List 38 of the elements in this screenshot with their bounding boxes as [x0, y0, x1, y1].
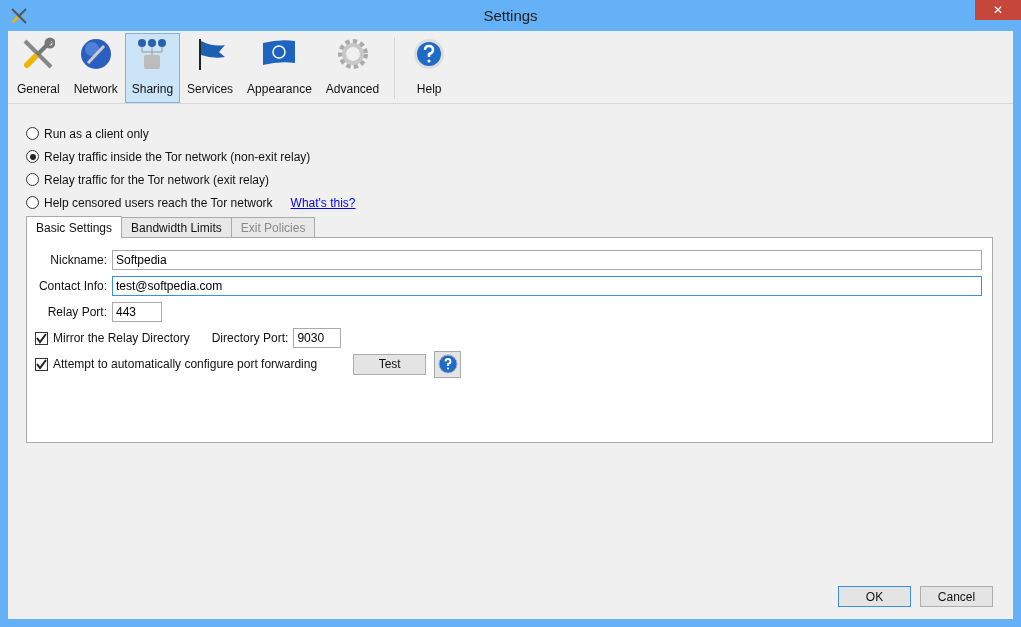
- radio-option[interactable]: Help censored users reach the Tor network: [26, 195, 273, 210]
- help-button[interactable]: [434, 350, 462, 378]
- whats-this-link[interactable]: What's this?: [290, 195, 356, 210]
- text-field[interactable]: test@softpedia.com: [112, 276, 982, 296]
- checkmark-icon: [36, 332, 47, 344]
- dialog-button[interactable]: Cancel: [920, 586, 993, 607]
- checkbox-option[interactable]: Attempt to automatically configure port forwarding: [35, 357, 318, 371]
- tools-icon: [21, 37, 56, 71]
- emblem-flag-icon: [261, 37, 298, 67]
- toolbar-tab[interactable]: Help: [403, 33, 456, 103]
- gear-icon: [335, 37, 370, 71]
- radio-option[interactable]: Relay traffic inside the Tor network (non-exit relay): [26, 149, 311, 164]
- radio-option[interactable]: Relay traffic for the Tor network (exit relay): [26, 172, 269, 187]
- checkmark-icon: [36, 358, 47, 370]
- field-label: Directory Port:: [211, 331, 289, 345]
- dialog-button[interactable]: OK: [838, 586, 911, 607]
- toolbar-tab[interactable]: Network: [66, 33, 125, 103]
- close-button[interactable]: ✕: [975, 0, 1021, 20]
- field-label: Relay Port:: [46, 305, 107, 319]
- help-icon: [412, 37, 447, 71]
- checkbox-option[interactable]: Mirror the Relay Directory: [35, 331, 190, 345]
- toolbar-tab[interactable]: Services: [180, 33, 241, 103]
- radio-option[interactable]: Run as a client only: [26, 126, 149, 141]
- globe-wrench-icon: [78, 37, 113, 71]
- test-button[interactable]: Test: [353, 353, 427, 375]
- toolbar-tab[interactable]: Appearance: [240, 33, 319, 103]
- port-field[interactable]: 9030: [293, 328, 342, 348]
- tab[interactable]: Basic Settings: [26, 216, 123, 238]
- text-field[interactable]: Softpedia: [112, 250, 982, 270]
- tab[interactable]: Bandwidth Limits: [121, 217, 232, 237]
- port-field[interactable]: 443: [112, 302, 162, 322]
- toolbar-tab[interactable]: General: [10, 33, 67, 103]
- toolbar-tab[interactable]: Sharing: [124, 33, 181, 103]
- tools-icon: [10, 6, 28, 25]
- toolbar-tab[interactable]: Advanced: [318, 33, 387, 103]
- field-label: Contact Info:: [37, 279, 107, 293]
- window-title: Settings: [483, 7, 538, 24]
- field-label: Nickname:: [49, 253, 107, 267]
